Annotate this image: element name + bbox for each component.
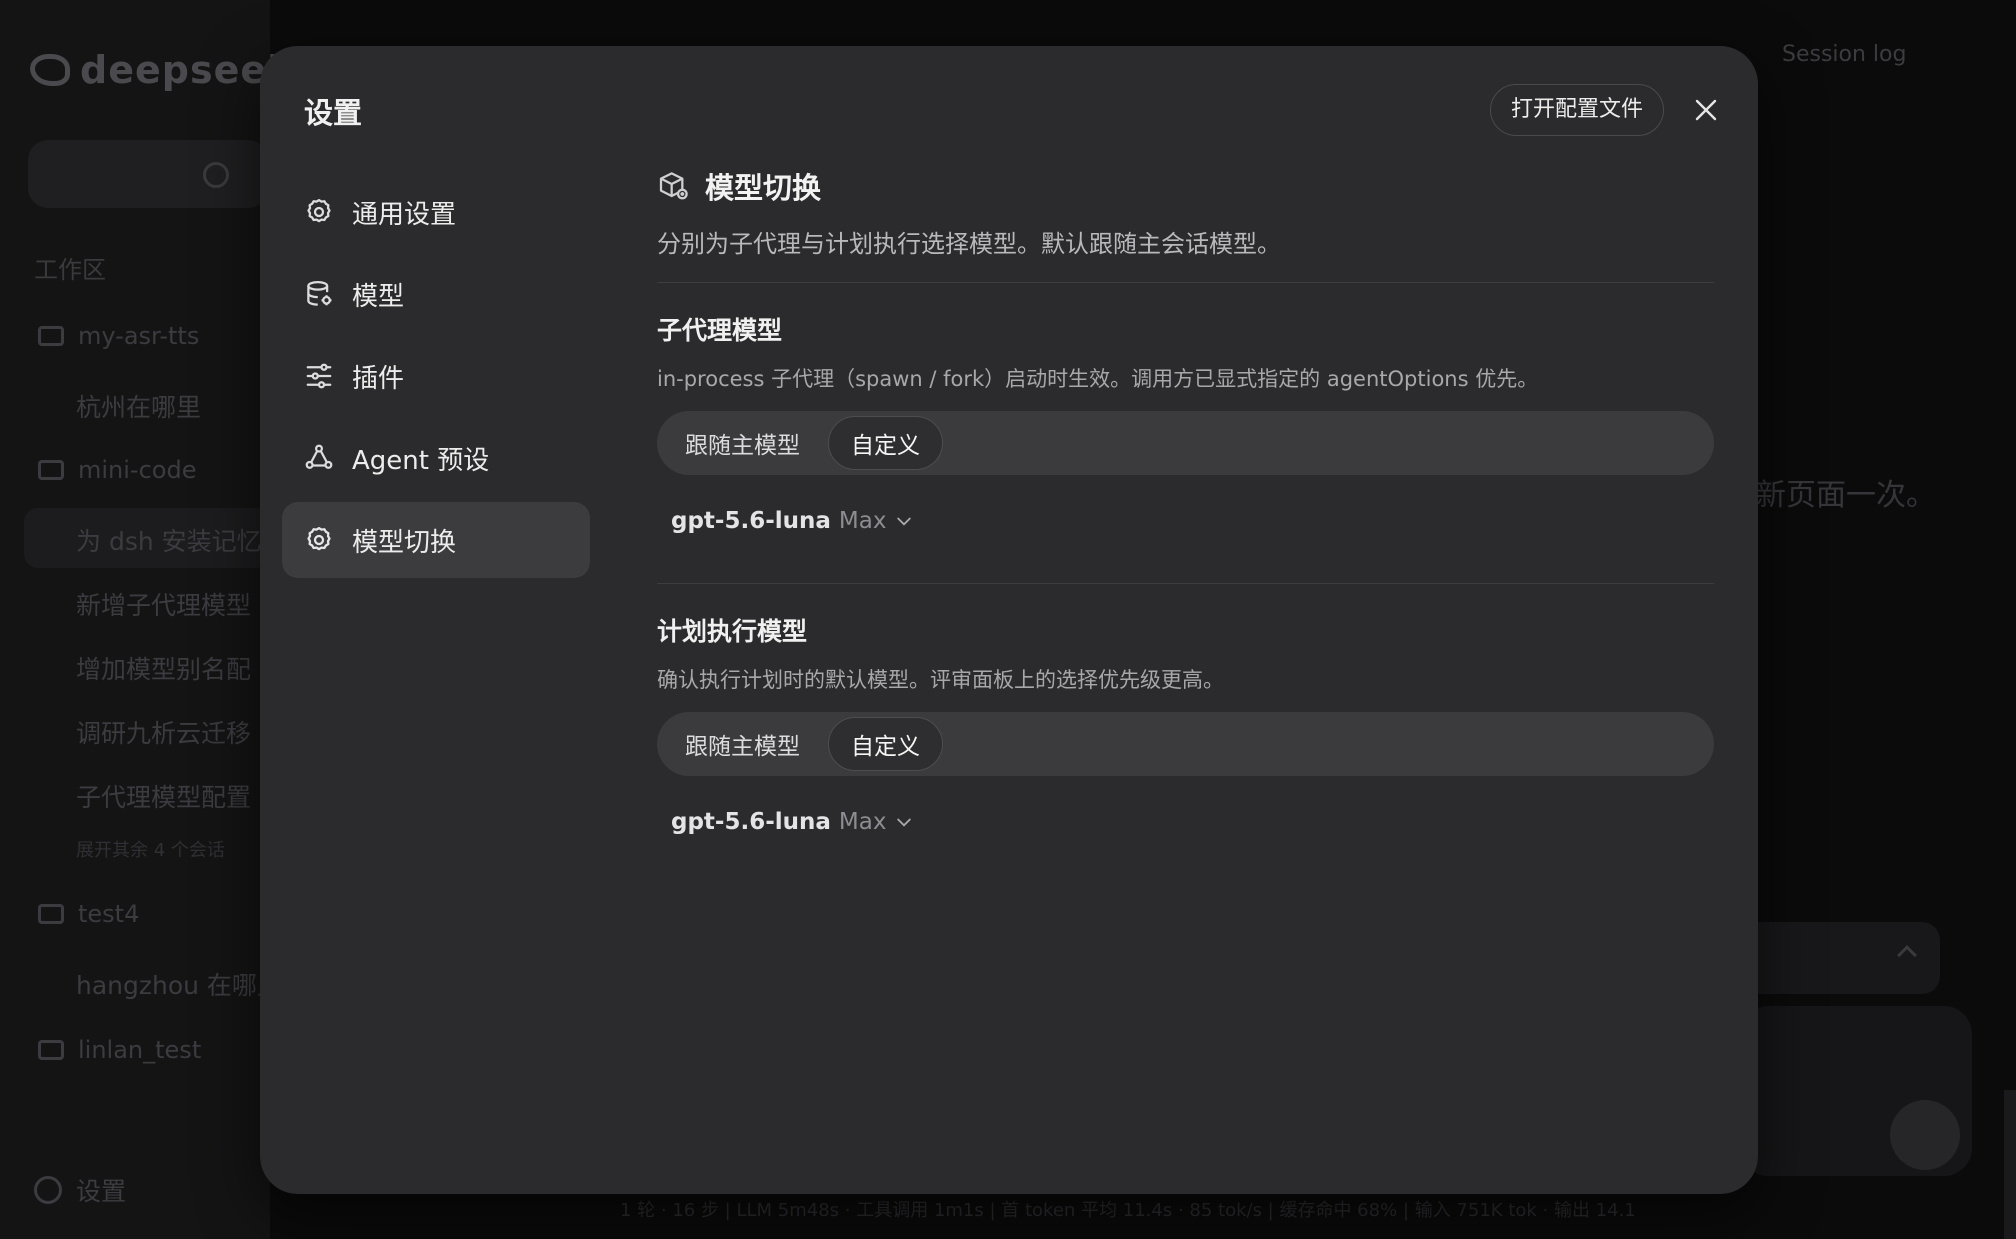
settings-modal: 设置 打开配置文件 通用设置 模型 插件 Agent 预设 模型切换 模型切换 bbox=[260, 46, 1758, 1194]
conversation-item[interactable]: 子代理模型配置 bbox=[76, 778, 251, 814]
plus-circle-icon bbox=[203, 162, 229, 188]
nav-label: 模型 bbox=[352, 281, 405, 312]
chevron-down-icon bbox=[897, 517, 912, 526]
cube-icon bbox=[659, 172, 688, 200]
folder-item[interactable]: mini-code bbox=[38, 456, 196, 484]
nav-item-models[interactable]: 模型 bbox=[282, 256, 590, 332]
close-icon bbox=[1695, 99, 1717, 121]
modal-title: 设置 bbox=[304, 96, 363, 130]
session-log-link[interactable]: Session log bbox=[1782, 42, 1906, 67]
model-name: gpt-5.6-luna bbox=[671, 508, 831, 534]
model-tier: Max bbox=[838, 508, 887, 534]
section-title: 计划执行模型 bbox=[657, 617, 808, 646]
section-title: 子代理模型 bbox=[657, 316, 783, 345]
custom-option[interactable]: 自定义 bbox=[828, 416, 943, 470]
panel-title: 模型切换 bbox=[705, 171, 822, 205]
folder-item[interactable]: my-asr-tts bbox=[38, 322, 199, 350]
model-dropdown[interactable]: gpt-5.6-luna Max bbox=[671, 501, 1714, 541]
section-description: 确认执行计划时的默认模型。评审面板上的选择优先级更高。 bbox=[657, 668, 1224, 692]
folder-icon bbox=[38, 460, 64, 480]
follow-main-model-option[interactable]: 跟随主模型 bbox=[663, 717, 822, 771]
model-dropdown[interactable]: gpt-5.6-luna Max bbox=[671, 802, 1714, 842]
nav-item-model-switch[interactable]: 模型切换 bbox=[282, 502, 590, 578]
chevron-up-icon bbox=[1897, 945, 1917, 965]
gear-icon bbox=[307, 527, 331, 551]
conversation-item[interactable]: 增加模型别名配 bbox=[76, 650, 251, 686]
status-bar: 1 轮 · 16 步 | LLM 5m48s · 工具调用 1m1s | 首 t… bbox=[620, 1200, 1636, 1221]
settings-nav: 通用设置 模型 插件 Agent 预设 模型切换 bbox=[282, 174, 590, 584]
model-name: gpt-5.6-luna bbox=[671, 809, 831, 835]
deepseek-logo-icon bbox=[30, 54, 70, 86]
conversation-item[interactable]: 杭州在哪里 bbox=[76, 388, 201, 424]
conversation-item[interactable]: 为 dsh 安装记忆 bbox=[76, 522, 262, 558]
collapse-panel[interactable] bbox=[1740, 922, 1940, 994]
folder-item[interactable]: test4 bbox=[38, 900, 139, 928]
subagent-model-section: 子代理模型 in-process 子代理（spawn / fork）启动时生效。… bbox=[657, 283, 1714, 584]
folder-icon bbox=[38, 904, 64, 924]
model-mode-toggle: 跟随主模型 自定义 bbox=[657, 712, 1714, 776]
panel-description: 分别为子代理与计划执行选择模型。默认跟随主会话模型。 bbox=[657, 230, 1281, 258]
send-button[interactable] bbox=[1890, 1100, 1960, 1170]
nav-item-agent-presets[interactable]: Agent 预设 bbox=[282, 420, 590, 496]
close-button[interactable] bbox=[1688, 92, 1724, 128]
chevron-down-icon bbox=[897, 818, 912, 827]
nav-label: 模型切换 bbox=[352, 527, 457, 558]
nav-item-plugins[interactable]: 插件 bbox=[282, 338, 590, 414]
folder-icon bbox=[38, 326, 64, 346]
model-switch-panel: 模型切换 分别为子代理与计划执行选择模型。默认跟随主会话模型。 子代理模型 in… bbox=[657, 158, 1714, 842]
panel-header: 模型切换 bbox=[657, 158, 1714, 214]
scrollbar[interactable] bbox=[2004, 1090, 2016, 1239]
sidebar-settings-button[interactable]: 设置 bbox=[34, 1172, 126, 1208]
model-mode-toggle: 跟随主模型 自定义 bbox=[657, 411, 1714, 475]
conversation-item[interactable]: hangzhou 在哪里 bbox=[76, 966, 282, 1002]
section-description: in-process 子代理（spawn / fork）启动时生效。调用方已显式… bbox=[657, 367, 1539, 391]
gear-icon bbox=[307, 199, 331, 223]
sliders-icon bbox=[306, 363, 332, 389]
nav-label: 通用设置 bbox=[352, 199, 457, 230]
folder-icon bbox=[38, 1040, 64, 1060]
background-sidebar: deepseek 工作区 my-asr-tts 杭州在哪里 mini-code … bbox=[0, 0, 292, 1239]
app-logo: deepseek bbox=[30, 48, 293, 92]
nav-label: Agent 预设 bbox=[352, 445, 490, 476]
database-icon bbox=[307, 281, 332, 306]
model-tier: Max bbox=[838, 809, 887, 835]
nav-label: 插件 bbox=[352, 363, 405, 394]
plan-execution-model-section: 计划执行模型 确认执行计划时的默认模型。评审面板上的选择优先级更高。 跟随主模型… bbox=[657, 584, 1714, 842]
conversation-item[interactable]: 新增子代理模型 bbox=[76, 586, 251, 622]
workspace-label: 工作区 bbox=[34, 256, 106, 284]
conversation-item[interactable]: 调研九析云迁移 bbox=[76, 714, 251, 750]
follow-main-model-option[interactable]: 跟随主模型 bbox=[663, 416, 822, 470]
chat-message-fragment: 新页面一次。 bbox=[1756, 478, 1936, 513]
folder-item[interactable]: linlan_test bbox=[38, 1036, 201, 1064]
open-config-file-button[interactable]: 打开配置文件 bbox=[1490, 84, 1665, 136]
gear-icon bbox=[34, 1176, 62, 1204]
new-chat-button[interactable] bbox=[28, 140, 268, 208]
custom-option[interactable]: 自定义 bbox=[828, 717, 943, 771]
expand-more-link[interactable]: 展开其余 4 个会话 bbox=[76, 836, 225, 862]
nav-item-general[interactable]: 通用设置 bbox=[282, 174, 590, 250]
agent-icon bbox=[305, 444, 333, 469]
